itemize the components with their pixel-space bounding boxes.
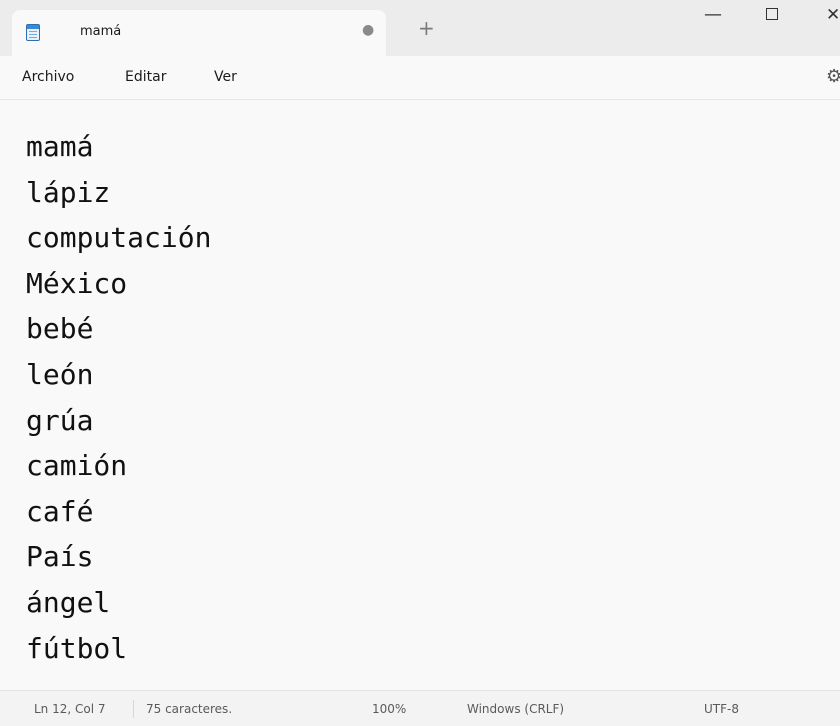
status-divider (133, 700, 134, 718)
text-line: ángel (26, 585, 111, 619)
tab-mama[interactable]: mamá ● (12, 10, 386, 56)
notepad-icon (26, 24, 40, 41)
unsaved-indicator-icon[interactable]: ● (362, 22, 374, 38)
line-ending[interactable]: Windows (CRLF) (467, 702, 564, 716)
document-lines: mamá lápiz computación México bebé león grúa ca… (26, 124, 211, 671)
menu-edit[interactable]: Editar (125, 69, 166, 85)
character-count: 75 caracteres. (146, 702, 233, 716)
text-line: computación (26, 221, 212, 255)
zoom-level[interactable]: 100% (372, 702, 406, 716)
text-line: café (26, 494, 94, 528)
text-line: grúa (26, 403, 94, 437)
title-bar: mamá ● + — ✕ (0, 0, 840, 56)
close-button[interactable]: ✕ (826, 4, 840, 26)
text-editor[interactable]: mamá lápiz computación México bebé león grúa ca… (0, 100, 840, 690)
gear-icon[interactable]: ⚙ (826, 66, 840, 87)
minimize-button[interactable]: — (704, 4, 722, 26)
text-line: bebé (26, 312, 94, 346)
text-line: fútbol (26, 631, 128, 665)
encoding[interactable]: UTF-8 (704, 702, 739, 716)
text-line: México (26, 266, 128, 300)
new-tab-button[interactable]: + (418, 18, 435, 38)
text-line: País (26, 540, 94, 574)
text-line: camión (26, 449, 128, 483)
tab-title: mamá (80, 24, 122, 39)
text-line: león (26, 357, 94, 391)
menu-view[interactable]: Ver (214, 69, 237, 85)
maximize-button[interactable] (766, 8, 778, 20)
menu-bar: Archivo Editar Ver ⚙ (0, 56, 840, 100)
text-line: mamá (26, 130, 94, 163)
status-bar: Ln 12, Col 7 75 caracteres. 100% Windows… (0, 690, 840, 726)
text-line: lápiz (26, 175, 111, 209)
cursor-position: Ln 12, Col 7 (34, 702, 106, 716)
menu-file[interactable]: Archivo (22, 69, 74, 85)
notepad-window: mamá ● + — ✕ Archivo Editar Ver ⚙ mamá lá… (0, 0, 840, 726)
